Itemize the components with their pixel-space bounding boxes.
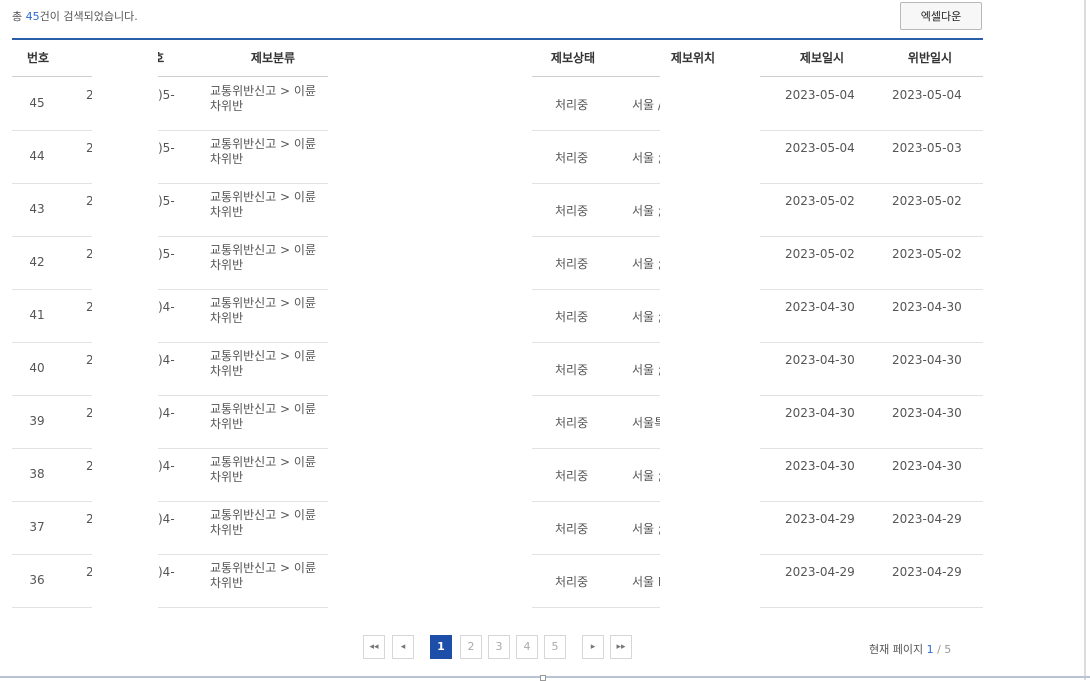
- report-status: 처리중: [555, 469, 589, 483]
- management-number-suffix: )5-: [158, 88, 175, 102]
- page-button-4[interactable]: 4: [516, 635, 538, 659]
- last-page-icon[interactable]: ▸▸: [610, 635, 632, 659]
- result-summary: 총 45건이 검색되었습니다.: [12, 8, 138, 24]
- row-number: 39: [29, 414, 45, 428]
- report-category: 교통위반신고 > 이륜차위반: [210, 296, 317, 325]
- violation-date: 2023-05-02: [892, 194, 962, 208]
- redaction-block: [660, 76, 760, 608]
- redaction-block: [92, 40, 158, 608]
- report-category: 교통위반신고 > 이륜차위반: [210, 508, 317, 537]
- report-category: 교통위반신고 > 이륜차위반: [210, 137, 317, 166]
- violation-date: 2023-04-30: [892, 406, 962, 420]
- report-status: 처리중: [555, 98, 589, 112]
- violation-date: 2023-04-29: [892, 512, 962, 526]
- report-status: 처리중: [555, 522, 589, 536]
- current-page-number: 1: [926, 643, 934, 656]
- report-category: 교통위반신고 > 이륜차위반: [210, 84, 317, 113]
- report-location: 서울 ;: [632, 469, 662, 483]
- row-number: 43: [29, 202, 45, 216]
- row-number: 41: [29, 308, 45, 322]
- report-location: 서울 ;: [632, 151, 662, 165]
- excel-download-button[interactable]: 엑셀다운: [900, 2, 982, 30]
- report-date: 2023-04-30: [785, 300, 855, 314]
- row-number: 36: [29, 573, 45, 587]
- violation-date: 2023-04-30: [892, 459, 962, 473]
- report-status: 처리중: [555, 416, 589, 430]
- report-date: 2023-05-02: [785, 247, 855, 261]
- resize-handle[interactable]: [540, 675, 546, 681]
- management-number-suffix: )4-: [158, 512, 175, 526]
- management-number-suffix: )5-: [158, 247, 175, 261]
- page-separator: /: [933, 643, 945, 656]
- report-status: 처리중: [555, 363, 589, 377]
- page-button-5[interactable]: 5: [544, 635, 566, 659]
- violation-date: 2023-05-02: [892, 247, 962, 261]
- report-date: 2023-04-30: [785, 353, 855, 367]
- report-date: 2023-04-29: [785, 512, 855, 526]
- report-date: 2023-04-30: [785, 459, 855, 473]
- violation-date: 2023-05-04: [892, 88, 962, 102]
- column-header: 제보일시: [799, 51, 845, 65]
- column-header: 위반일시: [907, 51, 953, 65]
- summary-suffix: 건이 검색되었습니다.: [39, 10, 138, 23]
- management-number-suffix: )4-: [158, 459, 175, 473]
- violation-date: 2023-04-30: [892, 300, 962, 314]
- report-date: 2023-05-02: [785, 194, 855, 208]
- next-page-icon[interactable]: ▸: [582, 635, 604, 659]
- current-page-indicator: 현재 페이지 1 / 5: [869, 641, 951, 657]
- page-button-3[interactable]: 3: [488, 635, 510, 659]
- management-number-suffix: )4-: [158, 300, 175, 314]
- page-button-2[interactable]: 2: [460, 635, 482, 659]
- report-category: 교통위반신고 > 이륜차위반: [210, 561, 317, 590]
- management-number-suffix: )5-: [158, 194, 175, 208]
- violation-date: 2023-04-30: [892, 353, 962, 367]
- current-page-label: 현재 페이지: [869, 643, 927, 656]
- report-location: 서울 I: [632, 575, 662, 589]
- report-status: 처리중: [555, 575, 589, 589]
- row-number: 42: [29, 255, 45, 269]
- report-location: 서울 ;: [632, 310, 662, 324]
- report-category: 교통위반신고 > 이륜차위반: [210, 455, 317, 484]
- violation-date: 2023-05-03: [892, 141, 962, 155]
- summary-prefix: 총: [12, 10, 26, 23]
- management-number-suffix: )4-: [158, 353, 175, 367]
- first-page-icon[interactable]: ◂◂: [363, 635, 385, 659]
- management-number-suffix: )4-: [158, 565, 175, 579]
- result-count: 45: [25, 10, 40, 23]
- violation-date: 2023-04-29: [892, 565, 962, 579]
- report-location: 서울 ;: [632, 363, 662, 377]
- row-number: 44: [29, 149, 45, 163]
- redaction-block: [328, 40, 532, 608]
- report-location: 서울특: [632, 416, 662, 430]
- report-status: 처리중: [555, 151, 589, 165]
- report-date: 2023-04-29: [785, 565, 855, 579]
- report-date: 2023-04-30: [785, 406, 855, 420]
- report-category: 교통위반신고 > 이륜차위반: [210, 402, 317, 431]
- total-pages: 5: [944, 643, 952, 656]
- column-header: 제보분류: [250, 51, 296, 65]
- report-status: 처리중: [555, 204, 589, 218]
- report-location: 서울 /: [632, 98, 662, 112]
- report-date: 2023-05-04: [785, 141, 855, 155]
- column-header: 제보위치: [670, 51, 716, 65]
- report-list-page: 총 45건이 검색되었습니다. 엑셀다운 번호제보관리번호제보분류제보내용제보상…: [0, 0, 1090, 681]
- report-location: 서울 ;: [632, 522, 662, 536]
- management-number-suffix: )4-: [158, 406, 175, 420]
- report-category: 교통위반신고 > 이륜차위반: [210, 243, 317, 272]
- report-date: 2023-05-04: [785, 88, 855, 102]
- report-status: 처리중: [555, 310, 589, 324]
- row-number: 37: [29, 520, 45, 534]
- report-category: 교통위반신고 > 이륜차위반: [210, 349, 317, 378]
- report-location: 서울 ;: [632, 257, 662, 271]
- management-number-suffix: )5-: [158, 141, 175, 155]
- window-right-edge: [1084, 0, 1086, 680]
- report-category: 교통위반신고 > 이륜차위반: [210, 190, 317, 219]
- row-number: 38: [29, 467, 45, 481]
- prev-page-icon[interactable]: ◂: [392, 635, 414, 659]
- page-button-1[interactable]: 1: [430, 635, 452, 659]
- row-number: 40: [29, 361, 45, 375]
- report-location: 서울 ;: [632, 204, 662, 218]
- report-status: 처리중: [555, 257, 589, 271]
- row-number: 45: [29, 96, 45, 110]
